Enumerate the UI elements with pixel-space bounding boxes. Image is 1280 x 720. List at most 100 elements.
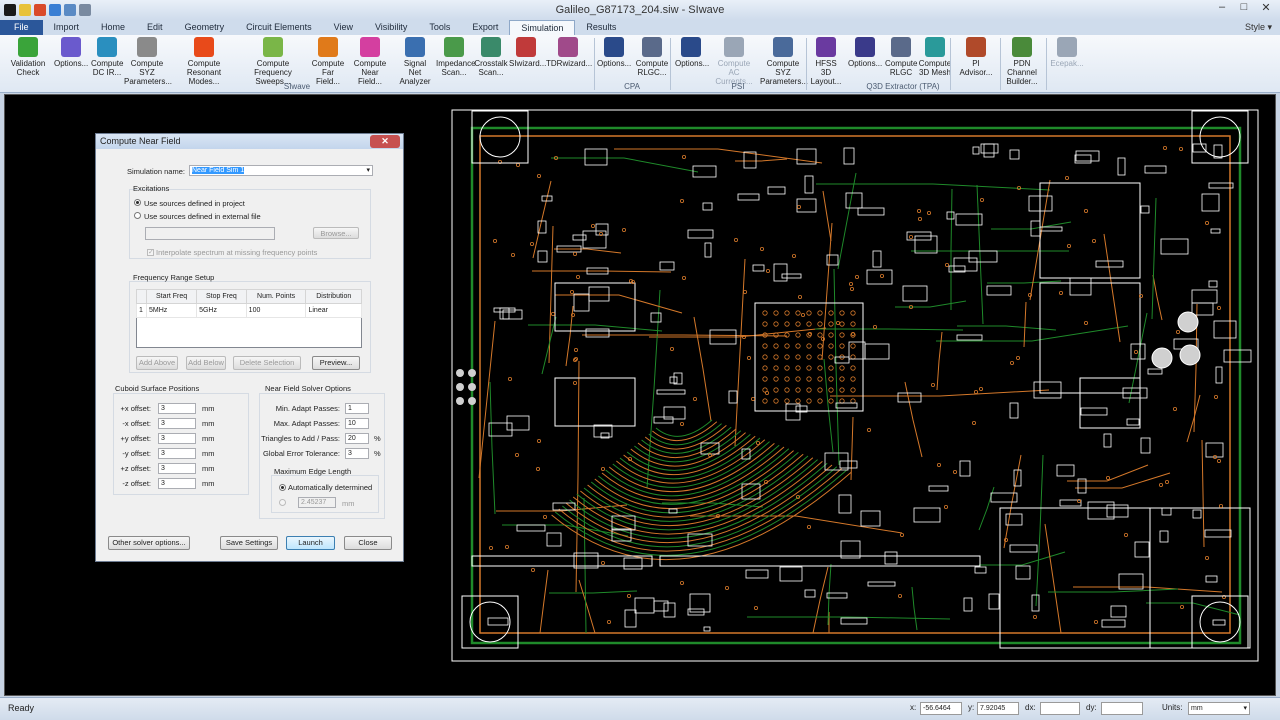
offset-field[interactable]: 3	[158, 448, 196, 459]
ribbon-button-4[interactable]: Compute Resonant Modes...	[172, 37, 236, 86]
close-window-icon[interactable]: ✕	[1258, 1, 1274, 14]
close-button[interactable]: Close	[344, 536, 392, 550]
via	[1219, 503, 1224, 508]
app-logo-icon[interactable]	[4, 4, 16, 16]
style-menu[interactable]: Style ▾	[1245, 22, 1272, 33]
ribbon-button-8[interactable]: Signal Net Analyzer	[397, 37, 433, 86]
open-icon[interactable]	[49, 4, 61, 16]
new-file-icon[interactable]	[19, 4, 31, 16]
ribbon-button-17[interactable]: Compute SYZ Parameters...	[760, 37, 808, 86]
units-select[interactable]: mm ▾	[1188, 702, 1250, 715]
edge-length-field[interactable]: 2.45237	[298, 497, 336, 508]
tab-home[interactable]: Home	[90, 20, 136, 35]
ribbon-button-22[interactable]: PI Advisor...	[958, 37, 994, 77]
ribbon-button-11[interactable]: SIwizard...	[509, 37, 546, 68]
maximize-icon[interactable]: □	[1236, 1, 1252, 14]
preview-button[interactable]: Preview...	[312, 356, 360, 370]
offset-field[interactable]: 3	[158, 478, 196, 489]
pcb-layout[interactable]	[450, 108, 1262, 665]
minimize-icon[interactable]: –	[1214, 1, 1230, 14]
tab-results[interactable]: Results	[575, 20, 627, 35]
add-above-button[interactable]: Add Above	[136, 356, 178, 370]
solver-option-field[interactable]: 10	[345, 418, 369, 429]
other-solver-options-button[interactable]: Other solver options...	[108, 536, 190, 550]
tools-icon[interactable]	[34, 4, 46, 16]
offset-unit: mm	[202, 419, 215, 428]
ribbon-button-7[interactable]: Compute Near Field...	[350, 37, 390, 86]
interpolate-checkbox[interactable]: ✓	[147, 249, 154, 256]
ribbon-button-10[interactable]: Crosstalk Scan...	[474, 37, 508, 77]
browse-button[interactable]: Browse...	[313, 227, 359, 239]
ribbon-button-19[interactable]: Options...	[848, 37, 882, 68]
ribbon-button-23[interactable]: PDN Channel Builder...	[1000, 37, 1044, 86]
tab-import[interactable]: Import	[43, 20, 91, 35]
table-cell-points[interactable]: 100	[245, 302, 307, 319]
radio-project-sources[interactable]	[134, 199, 141, 206]
solver-option-field[interactable]: 3	[345, 448, 369, 459]
offset-field[interactable]: 3	[158, 403, 196, 414]
via	[755, 440, 760, 445]
delete-selection-button[interactable]: Delete Selection	[233, 356, 301, 370]
frequency-table[interactable]: Start Freq Stop Freq Num. Points Distributi…	[136, 289, 362, 348]
via	[574, 347, 579, 352]
ribbon-button-18[interactable]: HFSS 3D Layout...	[810, 37, 842, 86]
component-footprint	[1069, 277, 1092, 296]
tab-tools[interactable]: Tools	[418, 20, 461, 35]
tab-circuit-elements[interactable]: Circuit Elements	[235, 20, 323, 35]
simulation-name-field[interactable]: Near Field Sim 1 ▾	[189, 165, 373, 176]
ribbon-button-16[interactable]: Compute AC Currents...	[712, 37, 756, 86]
ribbon-button-14[interactable]: Compute RLGC...	[634, 37, 670, 77]
ribbon-button-12[interactable]: TDRwizard...	[546, 37, 592, 68]
radio-external-sources[interactable]	[134, 212, 141, 219]
save-icon[interactable]	[64, 4, 76, 16]
ribbon-button-6[interactable]: Compute Far Field...	[310, 37, 346, 86]
external-file-field[interactable]	[145, 227, 275, 240]
offset-field[interactable]: 3	[158, 433, 196, 444]
ribbon-button-15[interactable]: Options...	[675, 37, 709, 68]
offset-field[interactable]: 3	[158, 463, 196, 474]
pcb-trace	[1128, 312, 1148, 404]
ribbon-button-2[interactable]: Compute DC IR...	[91, 37, 123, 77]
tab-file[interactable]: File	[0, 20, 43, 35]
table-cell-stop[interactable]: 5GHz	[196, 302, 247, 319]
column-header[interactable]: Num. Points	[245, 289, 307, 304]
radio-auto-edge[interactable]	[279, 484, 286, 491]
column-header[interactable]: Stop Freq	[196, 289, 247, 304]
component-footprint	[1009, 544, 1038, 553]
table-cell-start[interactable]: 5MHz	[145, 302, 198, 319]
status-bar: Ready x: -56.6464 y: 7.92045 dx: dy: Uni…	[0, 697, 1280, 720]
ribbon-button-13[interactable]: Options...	[597, 37, 631, 68]
column-header[interactable]: Start Freq	[145, 289, 198, 304]
ribbon-button-0[interactable]: Validation Check	[8, 37, 48, 77]
pcb-trace	[528, 324, 663, 332]
table-cell-index[interactable]: 1	[136, 302, 147, 319]
offset-field[interactable]: 3	[158, 418, 196, 429]
chevron-down-icon[interactable]: ▾	[366, 166, 370, 175]
solver-option-field[interactable]: 1	[345, 403, 369, 414]
pcb-trace	[693, 316, 712, 422]
ribbon-button-24[interactable]: Ecepak...	[1050, 37, 1084, 68]
undo-icon[interactable]	[79, 4, 91, 16]
dialog-close-icon[interactable]: ✕	[370, 135, 400, 148]
ribbon-button-21[interactable]: Compute 3D Mesh	[918, 37, 952, 77]
ribbon-button-9[interactable]: Impedance Scan...	[436, 37, 476, 77]
column-header[interactable]: Distribution	[305, 289, 362, 304]
ribbon-button-20[interactable]: Compute RLGC	[885, 37, 917, 77]
tab-view[interactable]: View	[323, 20, 364, 35]
tab-export[interactable]: Export	[461, 20, 509, 35]
ribbon-button-1[interactable]: Options...	[54, 37, 88, 68]
solver-option-field[interactable]: 20	[345, 433, 369, 444]
component-footprint	[867, 581, 896, 587]
radio-manual-edge[interactable]	[279, 499, 286, 506]
add-below-button[interactable]: Add Below	[186, 356, 226, 370]
save-settings-button[interactable]: Save Settings	[220, 536, 278, 550]
table-cell-dist[interactable]: Linear	[305, 302, 362, 319]
launch-button[interactable]: Launch	[286, 536, 335, 550]
tab-geometry[interactable]: Geometry	[174, 20, 236, 35]
table-row[interactable]: 1 5MHz 5GHz 100 Linear	[136, 302, 362, 319]
ribbon-button-3[interactable]: Compute SYZ Parameters...	[124, 37, 172, 86]
tab-edit[interactable]: Edit	[136, 20, 174, 35]
tab-simulation[interactable]: Simulation	[509, 20, 576, 35]
ribbon-button-5[interactable]: Compute Frequency Sweeps...	[238, 37, 308, 86]
tab-visibility[interactable]: Visibility	[364, 20, 418, 35]
